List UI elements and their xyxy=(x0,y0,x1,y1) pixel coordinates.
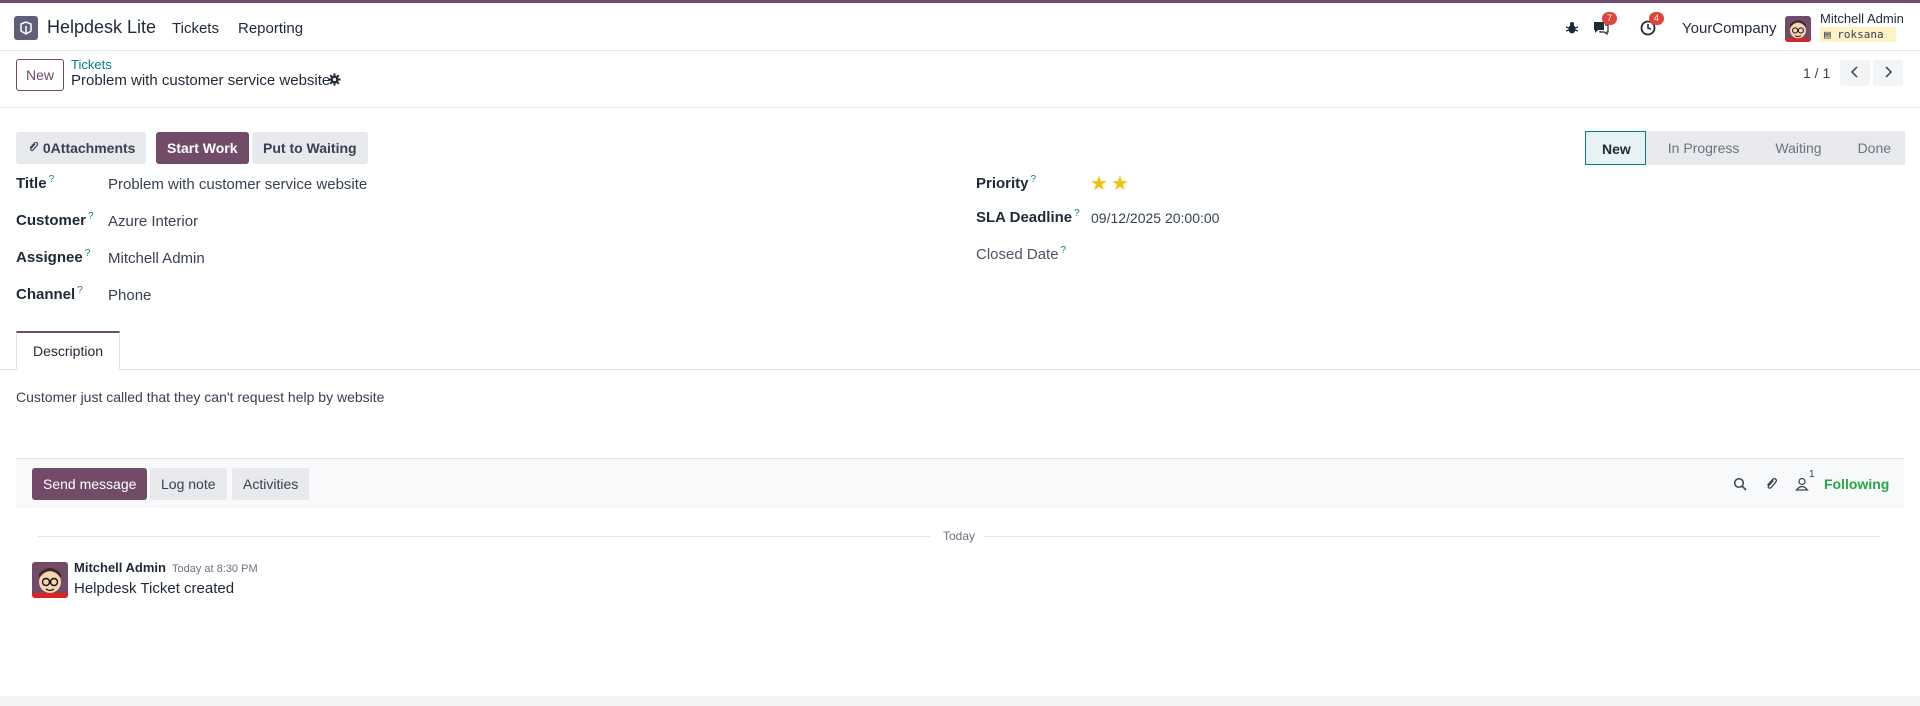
pager-previous-button[interactable] xyxy=(1840,60,1870,86)
followers-count: 1 xyxy=(1809,469,1815,480)
database-icon: ▤ xyxy=(1824,28,1838,41)
description-text[interactable]: Customer just called that they can't req… xyxy=(16,389,384,405)
title-label: Title? xyxy=(16,174,55,192)
pager-value[interactable]: 1 / 1 xyxy=(1803,65,1830,81)
customer-field[interactable]: Azure Interior xyxy=(108,213,198,230)
start-work-button[interactable]: Start Work xyxy=(156,132,249,164)
page-bottom-strip xyxy=(0,696,1920,706)
database-name: roksana xyxy=(1837,28,1884,41)
company-switcher[interactable]: YourCompany xyxy=(1682,20,1777,37)
gear-icon[interactable] xyxy=(328,73,341,90)
tab-description[interactable]: Description xyxy=(16,331,121,370)
activities-icon[interactable]: 4 xyxy=(1638,12,1665,38)
chevron-right-icon xyxy=(1883,65,1893,82)
message-date: Today at 8:30 PM xyxy=(172,563,258,575)
stage-in-progress[interactable]: In Progress xyxy=(1645,131,1754,165)
bug-icon[interactable] xyxy=(1562,18,1582,38)
date-separator: Today xyxy=(943,529,976,543)
user-avatar[interactable] xyxy=(1785,16,1811,42)
stage-bar: New In Progress Waiting Done xyxy=(1585,131,1906,165)
priority-star-1-icon[interactable]: ★ xyxy=(1090,171,1108,196)
channel-label: Channel? xyxy=(16,285,83,303)
app-name[interactable]: Helpdesk Lite xyxy=(47,17,156,38)
attachments-button[interactable]: 0Attachments xyxy=(16,132,147,164)
control-panel: New Tickets Problem with customer servic… xyxy=(0,52,1920,108)
stage-done[interactable]: Done xyxy=(1835,131,1906,165)
closed-date-label: Closed Date? xyxy=(976,245,1067,263)
customer-label: Customer? xyxy=(16,211,94,229)
breadcrumb-tickets[interactable]: Tickets xyxy=(71,57,112,72)
stage-new[interactable]: New xyxy=(1585,131,1646,165)
tabs-divider xyxy=(0,369,1920,370)
pager-next-button[interactable] xyxy=(1873,60,1903,86)
search-icon[interactable] xyxy=(1731,475,1749,493)
app-logo-icon[interactable] xyxy=(14,16,38,40)
followers-icon[interactable]: 1 xyxy=(1793,469,1815,493)
paperclip-icon[interactable] xyxy=(1762,475,1780,493)
assignee-label: Assignee? xyxy=(16,248,91,266)
message-author[interactable]: Mitchell Admin xyxy=(74,560,166,575)
menu-tickets[interactable]: Tickets xyxy=(172,20,219,37)
put-to-waiting-button[interactable]: Put to Waiting xyxy=(252,132,368,164)
assignee-field[interactable]: Mitchell Admin xyxy=(108,250,205,267)
title-field[interactable]: Problem with customer service website xyxy=(108,176,367,193)
date-separator-line-right xyxy=(984,536,1880,537)
attachments-label: 0Attachments xyxy=(42,140,136,156)
menu-reporting[interactable]: Reporting xyxy=(238,20,303,37)
following-button[interactable]: Following xyxy=(1824,476,1889,492)
database-badge: ▤ roksana xyxy=(1820,27,1896,42)
user-name[interactable]: Mitchell Admin xyxy=(1820,11,1904,26)
sla-deadline-field[interactable]: 09/12/2025 20:00:00 xyxy=(1091,210,1219,226)
channel-field[interactable]: Phone xyxy=(108,287,151,304)
paperclip-icon xyxy=(27,140,39,156)
priority-star-2-icon[interactable]: ★ xyxy=(1111,171,1129,196)
message-body: Helpdesk Ticket created xyxy=(74,580,235,597)
activities-badge: 4 xyxy=(1649,12,1665,25)
record-title: Problem with customer service website xyxy=(71,72,331,89)
send-message-button[interactable]: Send message xyxy=(32,468,148,500)
message-author-avatar[interactable] xyxy=(32,562,68,598)
messages-badge: 7 xyxy=(1602,12,1618,25)
date-separator-line-left xyxy=(38,536,930,537)
chevron-left-icon xyxy=(1850,65,1860,82)
activities-button[interactable]: Activities xyxy=(232,468,310,500)
top-navbar: Helpdesk Lite Tickets Reporting 7 4 Your… xyxy=(0,0,1920,51)
log-note-button[interactable]: Log note xyxy=(150,468,227,500)
stage-waiting[interactable]: Waiting xyxy=(1753,131,1836,165)
priority-label: Priority? xyxy=(976,174,1037,192)
new-button[interactable]: New xyxy=(16,59,65,91)
chatter-topbar: Send message Log note Activities 1 Follo… xyxy=(16,458,1904,508)
sla-deadline-label: SLA Deadline? xyxy=(976,208,1080,226)
messages-icon[interactable]: 7 xyxy=(1591,12,1618,38)
